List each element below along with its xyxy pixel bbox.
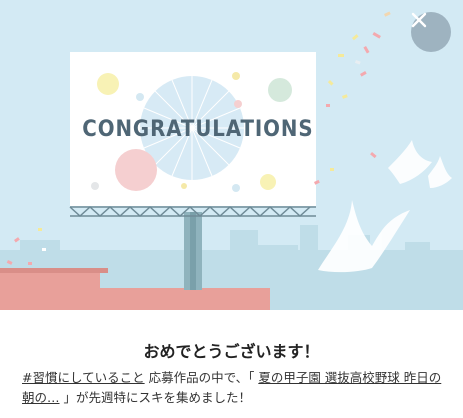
message-text-1: 応募作品の中で、「 <box>144 370 259 385</box>
dialog-message: #習慣にしていること 応募作品の中で、「 夏の甲子園 選抜高校野球 昨日の朝の…… <box>22 368 446 408</box>
close-button[interactable] <box>411 12 451 52</box>
congrats-dialog: CONGRATULATIONS おめでとうございます！ #習慣にしていること 応… <box>0 0 463 418</box>
banner-illustration <box>0 11 463 310</box>
close-icon <box>411 12 427 28</box>
message-text-2: 」が先週特にスキを集めました！ <box>59 390 251 405</box>
hashtag-link[interactable]: #習慣にしていること <box>22 370 145 385</box>
billboard-headline: CONGRATULATIONS <box>82 117 314 142</box>
congratulations-banner: CONGRATULATIONS <box>0 0 463 310</box>
dialog-title: おめでとうございます！ <box>143 342 320 361</box>
